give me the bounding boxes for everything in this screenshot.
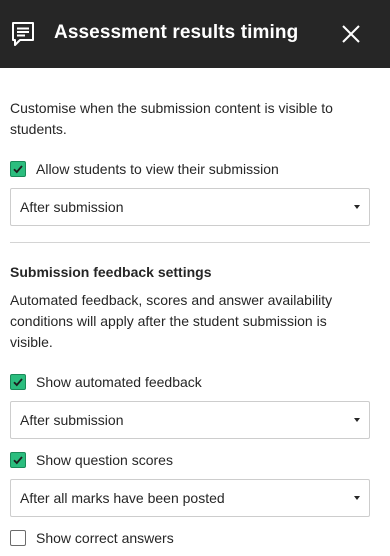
allow-view-submission-checkbox[interactable]: Allow students to view their submission [10,159,279,179]
section-divider [10,242,370,243]
checkbox-checked[interactable] [10,161,26,177]
close-icon [342,25,360,43]
feedback-settings-heading: Submission feedback settings [10,264,212,280]
allow-view-submission-label: Allow students to view their submission [36,161,279,177]
show-question-scores-label: Show question scores [36,452,173,468]
show-automated-feedback-checkbox[interactable]: Show automated feedback [10,372,202,392]
comment-icon [10,21,36,47]
view-submission-timing-select[interactable]: After submission [10,188,370,226]
checkbox-unchecked[interactable] [10,530,26,546]
checkbox-checked[interactable] [10,452,26,468]
select-value: After all marks have been posted [20,490,225,506]
intro-text: Customise when the submission content is… [10,100,333,137]
select-value: After submission [20,199,124,215]
show-question-scores-checkbox[interactable]: Show question scores [10,450,173,470]
panel-title: Assessment results timing [54,22,299,43]
checkbox-checked[interactable] [10,374,26,390]
panel-header: Assessment results timing [0,0,390,68]
close-button[interactable] [336,19,366,49]
show-automated-feedback-label: Show automated feedback [36,374,202,390]
chevron-down-icon [354,418,360,422]
show-correct-answers-checkbox[interactable]: Show correct answers [10,528,174,548]
chevron-down-icon [354,496,360,500]
feedback-settings-description: Automated feedback, scores and answer av… [10,292,333,350]
show-correct-answers-label: Show correct answers [36,530,174,546]
automated-feedback-timing-select[interactable]: After submission [10,401,370,439]
select-value: After submission [20,412,124,428]
chevron-down-icon [354,205,360,209]
question-scores-timing-select[interactable]: After all marks have been posted [10,479,370,517]
